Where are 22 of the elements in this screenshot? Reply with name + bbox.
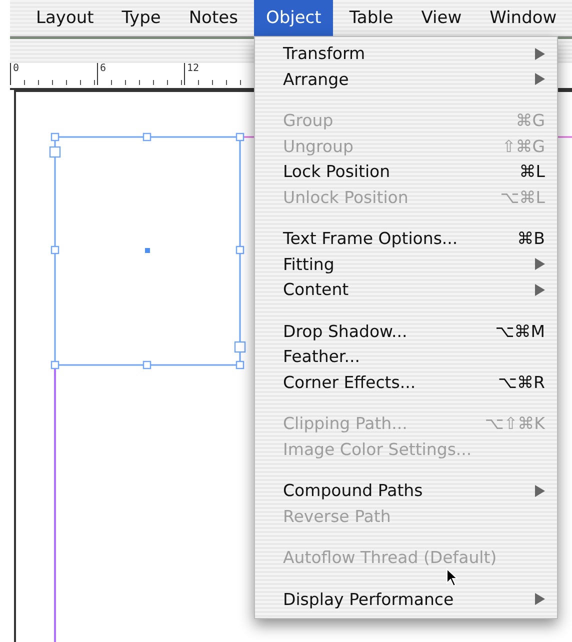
menu-item[interactable]: Lock Position ⌘L	[255, 159, 557, 184]
menu-title[interactable]: Window	[478, 0, 569, 36]
ruler-label: 0	[13, 63, 20, 74]
menu-item[interactable]: Compound Paths	[255, 478, 557, 504]
menu-item[interactable]: Fitting	[255, 252, 557, 277]
menu-item[interactable]: Arrange	[255, 66, 557, 92]
menu-item[interactable]: Display Performance	[255, 586, 557, 612]
menu-title[interactable]: View	[409, 0, 474, 36]
menu-item[interactable]: Corner Effects... ⌥⌘R	[255, 370, 557, 395]
menu-title[interactable]: Type	[110, 0, 173, 36]
menu-item[interactable]: Drop Shadow... ⌥⌘M	[255, 318, 557, 344]
menu-title[interactable]: Notes	[176, 0, 250, 36]
menu-title[interactable]: Layout	[24, 0, 106, 36]
menu-title[interactable]: Table	[337, 0, 406, 36]
menu-item[interactable]: Transform	[255, 41, 557, 66]
menu-title[interactable]: Object	[254, 0, 334, 36]
ruler-label: 12	[187, 63, 200, 74]
menu-item[interactable]: Feather...	[255, 344, 557, 370]
ruler-label: 6	[100, 63, 106, 74]
menu-item[interactable]: Content	[255, 277, 557, 302]
menu-item[interactable]: Text Frame Options... ⌘B	[255, 226, 557, 252]
mouse-pointer-icon	[446, 568, 460, 588]
